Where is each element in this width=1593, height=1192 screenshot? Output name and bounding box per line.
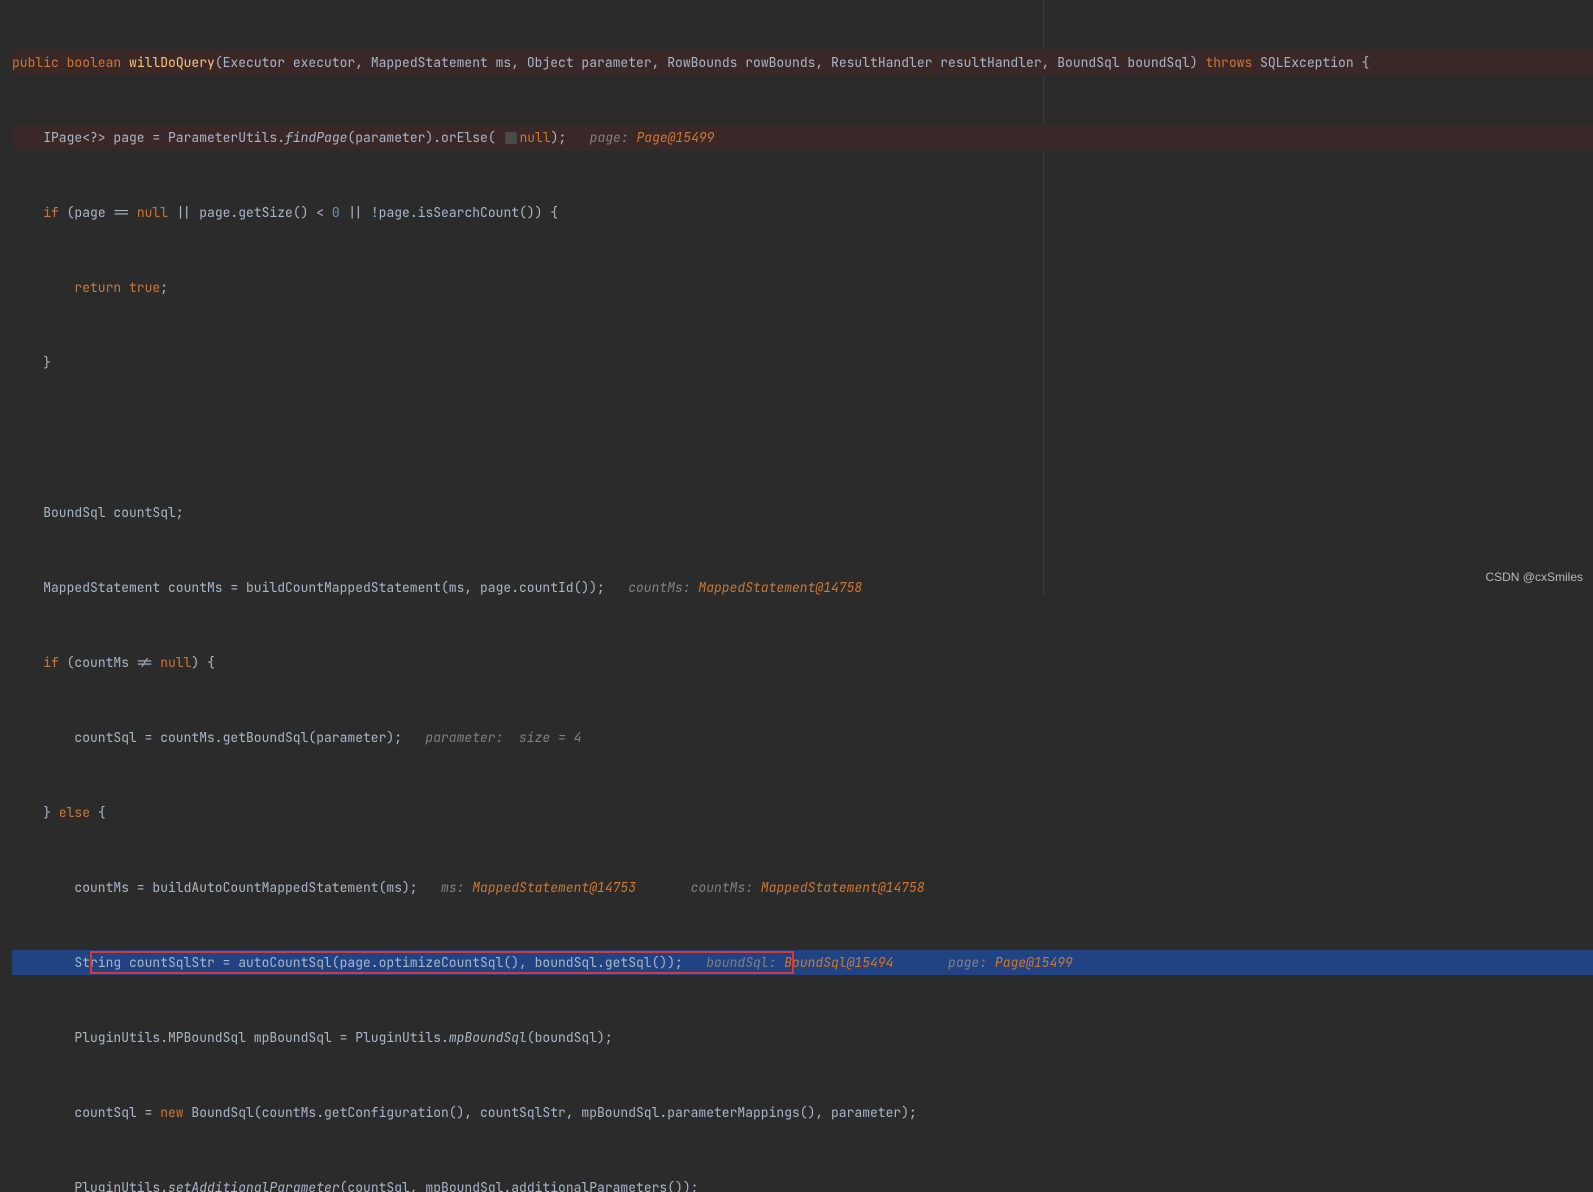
code-text: BoundSql(countMs.getConfiguration(), cou… [184, 1104, 917, 1121]
code-line[interactable]: BoundSql countSql; [12, 500, 1593, 525]
spacer [636, 879, 691, 896]
debug-hint-value: MappedStatement@14753 [472, 879, 636, 896]
code-line[interactable]: countSql = new BoundSql(countMs.getConfi… [12, 1100, 1593, 1125]
debug-hint-value: BoundSql@15494 [784, 954, 893, 971]
code-text: || page.getSize() < [168, 204, 332, 221]
code-line[interactable]: if (countMs != null) { [12, 650, 1593, 675]
code-line[interactable]: public boolean willDoQuery(Executor exec… [12, 50, 1593, 75]
code-text: PluginUtils.MPBoundSql mpBoundSql = Plug… [12, 1029, 449, 1046]
code-editor[interactable]: public boolean willDoQuery(Executor exec… [0, 0, 1593, 1192]
code-text: MappedStatement countMs = buildCountMapp… [12, 579, 628, 596]
keyword: null [519, 129, 550, 146]
params: (Executor executor, MappedStatement ms, … [215, 54, 1206, 71]
static-method: findPage [285, 129, 347, 146]
keyword: null [160, 654, 191, 671]
watermark: CSDN @cxSmiles [1485, 565, 1583, 590]
code-text: countSql = [12, 1104, 160, 1121]
code-text: ); [551, 129, 590, 146]
code-line[interactable]: if (page == null || page.getSize() < 0 |… [12, 200, 1593, 225]
code-line[interactable]: MappedStatement countMs = buildCountMapp… [12, 575, 1593, 600]
code-text: (page == [59, 204, 137, 221]
debug-hint-label: page: [948, 954, 995, 971]
code-line[interactable]: return true; [12, 275, 1593, 300]
static-method: mpBoundSql [449, 1029, 527, 1046]
keyword: else [59, 804, 90, 821]
code-text: IPage<?> page = ParameterUtils. [12, 129, 285, 146]
keyword: if [43, 204, 59, 221]
code-text: { [90, 804, 106, 821]
code-text: countSql = countMs.getBoundSql(parameter… [12, 729, 425, 746]
debug-hint-value: Page@15499 [636, 129, 714, 146]
code-text: (boundSql); [527, 1029, 613, 1046]
debug-hint-label: countMs: [628, 579, 698, 596]
debug-hint-value: Page@15499 [995, 954, 1073, 971]
keyword: null [137, 204, 168, 221]
code-text: ; [160, 279, 168, 296]
keyword: throws [1205, 54, 1252, 71]
code-text: (countMs != [59, 654, 160, 671]
debug-hint-label: ms: [441, 879, 472, 896]
icon-param-hint [505, 132, 517, 144]
debug-hint: parameter: size = 4 [425, 729, 581, 746]
code-line[interactable] [12, 425, 1593, 450]
spacer [893, 954, 948, 971]
code-line[interactable]: } else { [12, 800, 1593, 825]
code-text: } [12, 354, 51, 371]
code-text: (countSql, mpBoundSql.additionalParamete… [340, 1179, 699, 1192]
debug-hint-label: boundSql: [706, 954, 784, 971]
code-line[interactable]: countSql = countMs.getBoundSql(parameter… [12, 725, 1593, 750]
code-text: PluginUtils. [12, 1179, 168, 1192]
code-line-selected[interactable]: String countSqlStr = autoCountSql(page.o… [12, 950, 1593, 975]
keyword: if [43, 654, 59, 671]
static-method: setAdditionalParameter [168, 1179, 340, 1192]
exception: SQLException { [1252, 54, 1369, 71]
method-name: willDoQuery [129, 54, 215, 71]
code-text: String countSqlStr = autoCountSql(page.o… [12, 954, 706, 971]
code-line[interactable]: countMs = buildAutoCountMappedStatement(… [12, 875, 1593, 900]
debug-hint-value: MappedStatement@14758 [761, 879, 925, 896]
code-text: BoundSql countSql; [12, 504, 184, 521]
number: 0 [332, 204, 340, 221]
keyword: return true [74, 279, 160, 296]
debug-hint-value: MappedStatement@14758 [698, 579, 862, 596]
debug-hint-label: page: [590, 129, 637, 146]
code-text: } [12, 804, 59, 821]
code-text: || !page.isSearchCount()) { [340, 204, 558, 221]
keyword: public boolean [12, 54, 129, 71]
code-line[interactable]: PluginUtils.MPBoundSql mpBoundSql = Plug… [12, 1025, 1593, 1050]
keyword: new [160, 1104, 183, 1121]
code-text: ) { [191, 654, 214, 671]
code-text: (parameter).orElse( [347, 129, 503, 146]
code-line[interactable]: IPage<?> page = ParameterUtils.findPage(… [12, 125, 1593, 150]
debug-hint-label: countMs: [691, 879, 761, 896]
code-line[interactable]: PluginUtils.setAdditionalParameter(count… [12, 1175, 1593, 1192]
code-line[interactable]: } [12, 350, 1593, 375]
code-text: countMs = buildAutoCountMappedStatement(… [12, 879, 441, 896]
